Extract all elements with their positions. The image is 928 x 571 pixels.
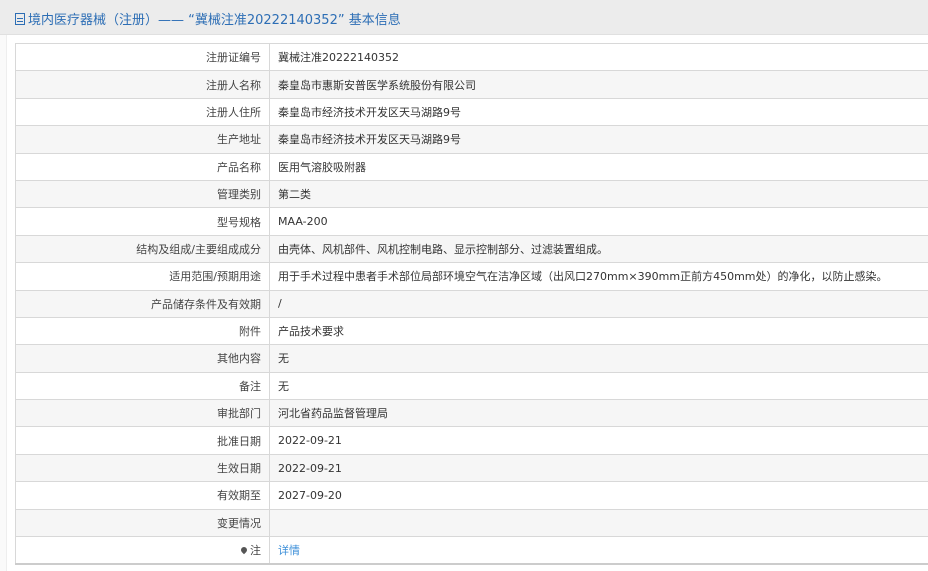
info-table: 注册证编号 冀械注准20222140352 注册人名称 秦皇岛市惠斯安普医学系统股份有…	[15, 42, 928, 566]
field-label: 产品名称	[15, 152, 270, 181]
table-row: 其他内容无	[15, 344, 928, 373]
note-label-cell: 注	[15, 536, 270, 565]
field-value: 2022-09-21	[269, 426, 928, 455]
table-row: 备注无	[15, 371, 928, 401]
table-row: 注册人住所 秦皇岛市经济技术开发区天马湖路9号	[15, 97, 928, 127]
title-text: 境内医疗器械（注册）—— “冀械注准20222140352” 基本信息	[28, 13, 401, 28]
field-label: 型号规格	[15, 207, 270, 236]
field-label: 变更情况	[15, 508, 270, 538]
field-label: 有效期至	[15, 481, 270, 510]
field-label: 其他内容	[15, 344, 270, 373]
table-row: 适用范围/预期用途 用于手术过程中患者手术部位局部环境空气在洁净区域（出风口270…	[15, 262, 928, 291]
table-row: 审批部门 河北省药品监督管理局	[15, 399, 928, 428]
table-row: 结构及组成/主要组成成分 由壳体、风机部件、风机控制电路、显示控制部分、过滤装置组…	[15, 234, 928, 264]
table-row: 产品储存条件及有效期 /	[15, 289, 928, 318]
table-row: 生产地址 秦皇岛市经济技术开发区天马湖路9号	[15, 125, 928, 154]
field-label: 生产地址	[15, 125, 270, 154]
field-label: 批准日期	[15, 426, 270, 455]
field-value: 冀械注准20222140352	[269, 42, 928, 72]
table-row: 管理类别 第二类	[15, 179, 928, 209]
field-value: 无	[269, 371, 928, 401]
field-label: 管理类别	[15, 179, 270, 209]
field-label: 注册人名称	[15, 70, 270, 99]
table-row: 型号规格 MAA-200	[15, 207, 928, 236]
field-value: 由壳体、风机部件、风机控制电路、显示控制部分、过滤装置组成。	[269, 234, 928, 264]
field-value: 无	[269, 344, 928, 373]
field-label: 备注	[15, 371, 270, 401]
field-label: 附件	[15, 316, 270, 346]
field-value: 河北省药品监督管理局	[269, 399, 928, 428]
field-value: 2027-09-20	[269, 481, 928, 510]
table-row: 注册证编号 冀械注准20222140352	[15, 42, 928, 72]
field-value: 秦皇岛市经济技术开发区天马湖路9号	[269, 125, 928, 154]
details-link[interactable]: 详情	[278, 544, 300, 557]
field-label: 生效日期	[15, 453, 270, 483]
field-label: 审批部门	[15, 399, 270, 428]
page-header: 境内医疗器械（注册）—— “冀械注准20222140352” 基本信息	[0, 0, 928, 35]
field-label: 结构及组成/主要组成成分	[15, 234, 270, 264]
field-value	[269, 508, 928, 538]
field-value: 2022-09-21	[269, 453, 928, 483]
table-row: 注册人名称 秦皇岛市惠斯安普医学系统股份有限公司	[15, 70, 928, 99]
table-row: 生效日期 2022-09-21	[15, 453, 928, 483]
left-frame	[0, 35, 7, 571]
field-label: 适用范围/预期用途	[15, 262, 270, 291]
table-row: 有效期至 2027-09-20	[15, 481, 928, 510]
field-value: 秦皇岛市惠斯安普医学系统股份有限公司	[269, 70, 928, 99]
field-value: MAA-200	[269, 207, 928, 236]
table-row: 产品名称 医用气溶胶吸附器	[15, 152, 928, 181]
table-row: 附件 产品技术要求	[15, 316, 928, 346]
field-value: 秦皇岛市经济技术开发区天马湖路9号	[269, 97, 928, 127]
field-label: 注册证编号	[15, 42, 270, 72]
field-label: 注册人住所	[15, 97, 270, 127]
field-value: 医用气溶胶吸附器	[269, 152, 928, 181]
note-label: 注	[250, 544, 261, 558]
table-row: 变更情况	[15, 508, 928, 538]
page-title: 境内医疗器械（注册）—— “冀械注准20222140352” 基本信息	[15, 9, 401, 28]
field-label: 产品储存条件及有效期	[15, 289, 270, 318]
field-value: 用于手术过程中患者手术部位局部环境空气在洁净区域（出风口270mm×390mm正…	[269, 262, 928, 291]
field-value: 第二类	[269, 179, 928, 209]
table-row: 注 详情	[15, 536, 928, 565]
table-row: 批准日期 2022-09-21	[15, 426, 928, 455]
pin-icon	[239, 545, 249, 555]
field-value: /	[269, 289, 928, 318]
document-icon	[15, 12, 25, 25]
field-value: 产品技术要求	[269, 316, 928, 346]
